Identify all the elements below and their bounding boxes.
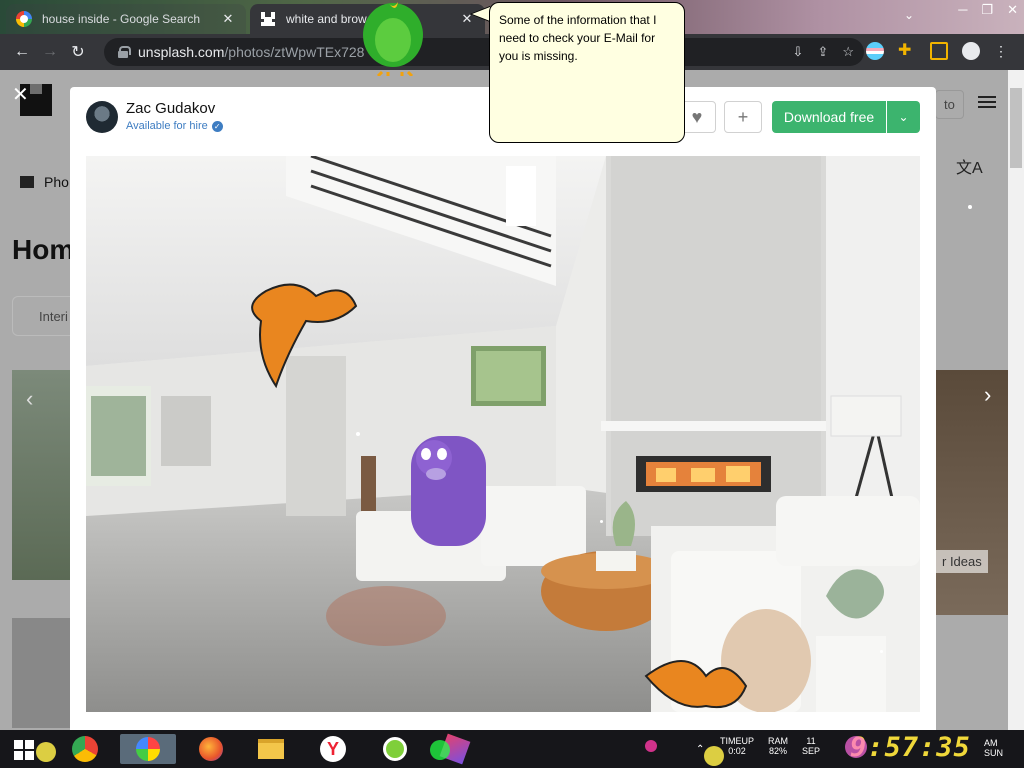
web-page: Pho Hom Interi r Ideas to 文A ✕ ‹ › Zac G… [0, 70, 1008, 730]
timeup-stat: TIMEUP 0:02 [720, 736, 754, 756]
install-app-icon[interactable]: ⇩ [793, 44, 804, 60]
plus-icon: + [737, 106, 749, 127]
sparkle-dot [968, 205, 972, 209]
sparkle-glow [36, 742, 56, 762]
hire-label: Available for hire [126, 120, 208, 132]
download-button[interactable]: Download free [772, 101, 886, 133]
image-icon [20, 176, 34, 188]
desktop-clock[interactable]: 9:57:35 [850, 732, 971, 763]
green-app-icon[interactable] [380, 734, 410, 764]
share-icon[interactable]: ⇪ [817, 44, 828, 60]
heart-icon: ♥ [691, 106, 703, 127]
close-window-button[interactable]: ✕ [1007, 2, 1018, 18]
page-scrollbar[interactable] [1008, 70, 1024, 730]
google-icon [16, 11, 32, 27]
sparkle-glow [845, 736, 867, 758]
hire-status[interactable]: Available for hire ✓ [126, 120, 223, 132]
date-stat: 11 SEP [802, 736, 820, 756]
date-month: SEP [802, 746, 821, 756]
side-panel-icon[interactable] [930, 42, 948, 60]
author-name[interactable]: Zac Gudakov [126, 100, 215, 117]
file-explorer-icon[interactable] [256, 734, 286, 764]
url-path: /photos/ztWpwTEx728 [224, 44, 365, 60]
firefox-icon[interactable] [196, 734, 226, 764]
avatar[interactable] [86, 101, 118, 133]
puzzle-extensions-icon[interactable]: ✚ [898, 42, 916, 60]
unsplash-icon [260, 11, 276, 27]
background-login-button: to [935, 90, 964, 119]
system-tray-stats: TIMEUP 0:02 RAM 82% 11 SEP [720, 736, 820, 756]
lock-icon[interactable] [118, 46, 131, 58]
sparkle-glow [645, 740, 657, 752]
ram-stat: RAM 82% [768, 736, 788, 756]
flag-extension-icon[interactable] [866, 42, 884, 60]
download-options-button[interactable]: ⌄ [887, 101, 920, 133]
background-image-left-2 [12, 618, 70, 728]
assistant-speech-balloon[interactable]: Some of the information that I need to c… [489, 2, 685, 143]
windows-start-icon[interactable] [14, 740, 34, 760]
yandex-browser-icon[interactable]: Y [318, 734, 348, 764]
extension-icons: ✚ ⋮ [866, 42, 1008, 60]
translate-icon[interactable]: 文A [956, 154, 983, 178]
address-bar[interactable]: unsplash.com /photos/ztWpwTEx728 ⇩ ⇪ ☆ [104, 38, 864, 66]
more-menu-icon[interactable]: ⋮ [994, 43, 1008, 60]
sparkle-dot [600, 520, 603, 523]
tab-title: house inside - Google Search [42, 12, 201, 26]
profile-avatar-icon[interactable] [962, 42, 980, 60]
main-photo[interactable] [86, 156, 920, 712]
close-icon[interactable]: ✕ [12, 82, 29, 107]
weekday-label: SUN [984, 748, 1004, 758]
chrome-icon[interactable] [70, 734, 100, 764]
photo-modal: Zac Gudakov Available for hire ✓ ♥ + Dow… [70, 87, 936, 730]
chevron-down-icon: ⌄ [898, 110, 909, 124]
ampm-label: AM [984, 738, 998, 748]
add-to-collection-button[interactable]: + [724, 101, 762, 133]
clock-ampm: AM SUN [984, 738, 1003, 758]
reload-icon[interactable]: ↻ [64, 38, 92, 66]
tray-chevron-icon[interactable]: ⌃ [696, 744, 704, 755]
minimize-button[interactable]: ─ [958, 2, 967, 18]
url-host: unsplash.com [138, 44, 225, 60]
verified-check-icon: ✓ [211, 120, 223, 132]
bookmark-star-icon[interactable]: ☆ [842, 44, 854, 60]
parrot-mascot-icon [363, 2, 423, 76]
background-image-right [936, 370, 1008, 615]
date-day: 11 [806, 736, 816, 746]
hamburger-menu-icon [978, 96, 996, 108]
next-arrow-icon[interactable]: › [984, 382, 991, 408]
sparkle-glow [704, 746, 724, 766]
window-controls: ─ ❐ ✕ [958, 2, 1018, 18]
previous-arrow-icon[interactable]: ‹ [26, 386, 33, 412]
balloon-tail-fill [472, 7, 490, 21]
tab-search-icon[interactable]: ⌄ [904, 8, 914, 22]
back-arrow-icon[interactable]: ← [8, 38, 36, 66]
sparkle-glow [430, 740, 450, 760]
taskbar: Y ⌃ TIMEUP 0:02 RAM 82% 11 SEP 9:57:35 A… [0, 730, 1024, 768]
forward-arrow-icon[interactable]: → [36, 38, 64, 66]
omnibox-actions: ⇩ ⇪ ☆ [793, 44, 854, 60]
sparkle-dot [140, 150, 143, 153]
sparkle-dot [356, 432, 360, 436]
pinwheel-app-icon[interactable] [120, 734, 176, 764]
background-image-left [12, 370, 70, 580]
background-ideas-label: r Ideas [936, 550, 988, 573]
sparkle-dot [880, 650, 883, 653]
tab-google-search[interactable]: house inside - Google Search ✕ [6, 4, 246, 34]
background-photos-tab: Pho [20, 174, 69, 190]
timeup-label: TIMEUP [720, 736, 755, 746]
timeup-value: 0:02 [728, 746, 746, 756]
ram-label: RAM [768, 736, 789, 746]
living-room-photo [86, 156, 920, 712]
photos-tab-label: Pho [44, 174, 69, 190]
ram-value: 82% [769, 746, 788, 756]
tab-close-icon[interactable]: ✕ [220, 11, 236, 27]
maximize-button[interactable]: ❐ [981, 2, 993, 18]
background-heading: Hom [12, 234, 75, 265]
scrollbar-thumb[interactable] [1010, 88, 1022, 168]
